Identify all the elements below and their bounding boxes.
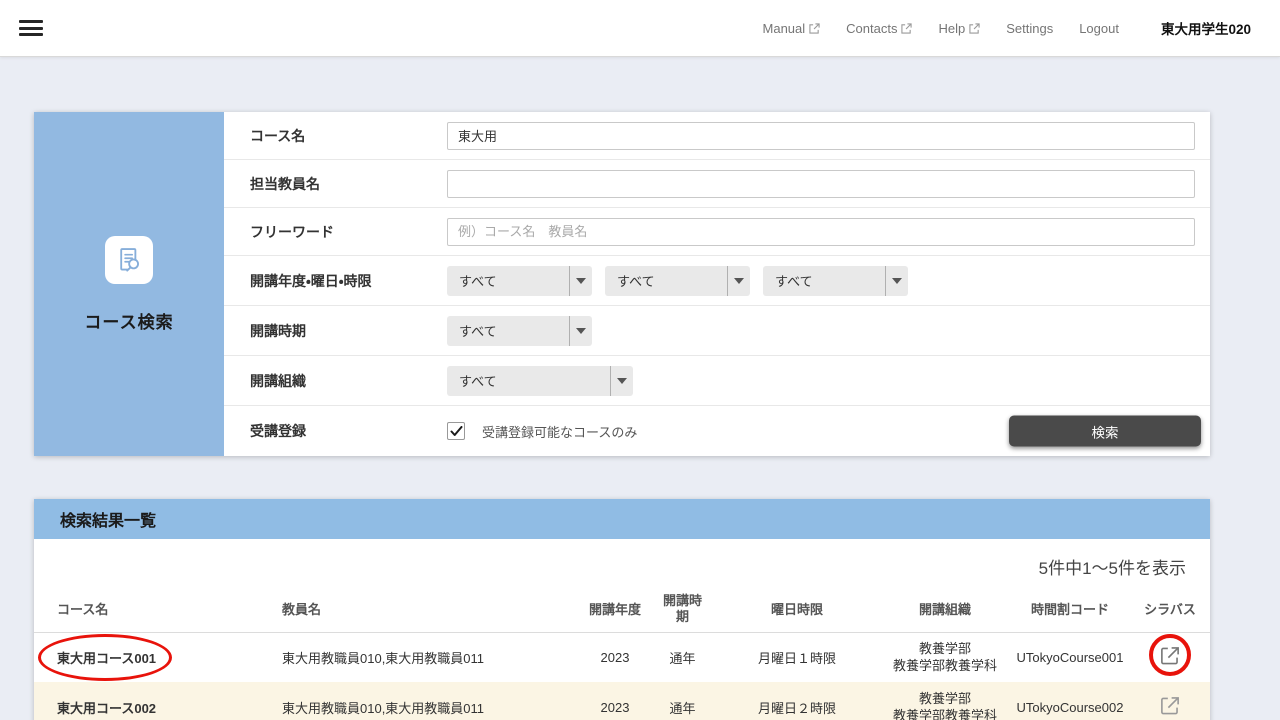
search-form: コース名 担当教員名 フリーワード 開講年度・曜日・時限 すべて (224, 112, 1210, 456)
column-header-term: 開講時期 (651, 586, 714, 632)
period-select-value: すべて (763, 271, 885, 290)
column-header-year: 開講年度 (579, 586, 651, 632)
syllabus-external-link-icon[interactable] (1157, 693, 1183, 719)
course-search-icon (105, 236, 153, 284)
chevron-down-icon (569, 266, 592, 296)
column-header-day-period: 曜日時限 (714, 586, 880, 632)
column-header-teachers: 教員名 (274, 586, 579, 632)
search-results-panel: 検索結果一覧 5件中1〜5件を表示 コース名 教員名 開講年度 開講時期 曜日時… (34, 499, 1210, 720)
organization-cell: 教養学部 教養学部教養学科 (880, 632, 1010, 682)
course-name-link[interactable]: 東大用コース002 (34, 682, 274, 720)
timetable-code-cell: UTokyoCourse001 (1010, 632, 1130, 682)
year-cell: 2023 (579, 632, 651, 682)
timetable-code-cell: UTokyoCourse002 (1010, 682, 1130, 720)
course-name-label: コース名 (224, 126, 447, 146)
organization-select-value: すべて (447, 371, 610, 390)
day-select[interactable]: すべて (605, 266, 750, 296)
form-row-year-day-period: 開講年度・曜日・時限 すべて すべて すべて (224, 256, 1210, 306)
day-select-value: すべて (605, 271, 727, 290)
search-panel-title: コース検索 (84, 308, 173, 333)
nav-contacts-link[interactable]: Contacts (846, 21, 912, 36)
external-link-icon (809, 23, 820, 34)
term-cell: 通年 (651, 682, 714, 720)
external-link-icon (969, 23, 980, 34)
teachers-cell: 東大用教職員010,東大用教職員011 (274, 632, 579, 682)
logged-in-username: 東大用学生020 (1161, 18, 1251, 38)
day-period-cell: 月曜日１時限 (714, 632, 880, 682)
period-select[interactable]: すべて (763, 266, 908, 296)
form-row-term: 開講時期 すべて (224, 306, 1210, 356)
term-select-value: すべて (447, 321, 569, 340)
year-select-value: すべて (447, 271, 569, 290)
form-row-free-word: フリーワード (224, 208, 1210, 256)
year-select[interactable]: すべて (447, 266, 592, 296)
column-header-timetable-code: 時間割コード (1010, 586, 1130, 632)
form-row-organization: 開講組織 すべて (224, 356, 1210, 406)
nav-settings-label: Settings (1006, 21, 1053, 36)
teacher-name-input[interactable] (447, 170, 1195, 198)
free-word-label: フリーワード (224, 222, 447, 242)
teachers-cell: 東大用教職員010,東大用教職員011 (274, 682, 579, 720)
results-table-header-row: コース名 教員名 開講年度 開講時期 曜日時限 開講組織 時間割コード シラバス (34, 586, 1210, 632)
result-count-text: 5件中1〜5件を表示 (34, 539, 1210, 579)
course-name-input[interactable] (447, 122, 1195, 150)
external-link-icon (901, 23, 912, 34)
chevron-down-icon (569, 316, 592, 346)
nav-logout-label: Logout (1079, 21, 1119, 36)
nav-help-link[interactable]: Help (938, 21, 980, 36)
course-search-panel: コース検索 コース名 担当教員名 フリーワード 開講年度・曜日・時限 す (34, 112, 1210, 456)
syllabus-cell (1130, 632, 1210, 682)
form-row-teacher-name: 担当教員名 (224, 160, 1210, 208)
search-panel-sidebar: コース検索 (34, 112, 224, 456)
nav-manual-label: Manual (763, 21, 806, 36)
nav-settings-link[interactable]: Settings (1006, 21, 1053, 36)
table-row: 東大用コース001 東大用教職員010,東大用教職員011 2023 通年 月曜… (34, 632, 1210, 682)
registration-checkbox[interactable] (447, 422, 465, 440)
form-row-registration: 受講登録 受講登録可能なコースのみ 検索 (224, 406, 1210, 456)
column-header-organization: 開講組織 (880, 586, 1010, 632)
year-day-period-label: 開講年度・曜日・時限 (224, 271, 447, 291)
hamburger-menu-icon[interactable] (19, 20, 43, 36)
organization-label: 開講組織 (224, 371, 447, 391)
course-name-link[interactable]: 東大用コース001 (34, 632, 274, 682)
term-select[interactable]: すべて (447, 316, 592, 346)
nav-manual-link[interactable]: Manual (763, 21, 821, 36)
nav-logout-link[interactable]: Logout (1079, 21, 1119, 36)
search-button[interactable]: 検索 (1009, 416, 1201, 447)
results-header: 検索結果一覧 (34, 499, 1210, 539)
organization-select[interactable]: すべて (447, 366, 633, 396)
column-header-course-name: コース名 (34, 586, 274, 632)
results-table: コース名 教員名 開講年度 開講時期 曜日時限 開講組織 時間割コード シラバス… (34, 586, 1210, 720)
syllabus-cell (1130, 682, 1210, 720)
column-header-syllabus: シラバス (1130, 586, 1210, 632)
table-row: 東大用コース002 東大用教職員010,東大用教職員011 2023 通年 月曜… (34, 682, 1210, 720)
chevron-down-icon (610, 366, 633, 396)
top-navigation: Manual Contacts Help Settings Logout 東大用… (763, 18, 1251, 38)
day-period-cell: 月曜日２時限 (714, 682, 880, 720)
organization-cell: 教養学部 教養学部教養学科 (880, 682, 1010, 720)
registration-checkbox-label: 受講登録可能なコースのみ (482, 422, 637, 441)
form-row-course-name: コース名 (224, 112, 1210, 160)
top-bar: Manual Contacts Help Settings Logout 東大用… (0, 0, 1280, 57)
registration-label: 受講登録 (224, 421, 447, 441)
teacher-name-label: 担当教員名 (224, 174, 447, 194)
chevron-down-icon (727, 266, 750, 296)
nav-help-label: Help (938, 21, 965, 36)
free-word-input[interactable] (447, 218, 1195, 246)
term-label: 開講時期 (224, 321, 447, 341)
results-title: 検索結果一覧 (60, 507, 156, 531)
chevron-down-icon (885, 266, 908, 296)
nav-contacts-label: Contacts (846, 21, 897, 36)
term-cell: 通年 (651, 632, 714, 682)
year-cell: 2023 (579, 682, 651, 720)
syllabus-external-link-icon[interactable] (1157, 643, 1183, 669)
